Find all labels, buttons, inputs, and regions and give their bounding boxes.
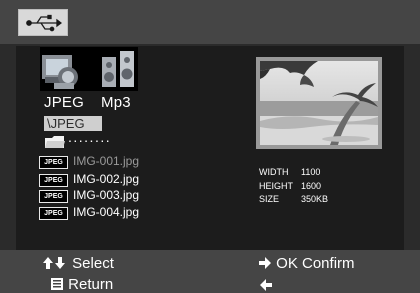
height-value: 1600 (301, 181, 322, 191)
size-value: 350KB (301, 194, 329, 204)
width-label: WIDTH (259, 167, 289, 177)
right-arrow-icon (259, 257, 271, 269)
confirm-hint: OK Confirm (258, 255, 355, 272)
size-label: SIZE (259, 194, 280, 204)
parent-folder-item[interactable]: ........ (44, 129, 144, 150)
left-arrow-icon (260, 279, 272, 291)
back-hint (259, 277, 273, 293)
file-name: IMG-003.jpg (73, 188, 140, 202)
file-name: IMG-004.jpg (73, 205, 140, 219)
folder-icon (45, 136, 65, 148)
info-height-row: HEIGHT 1600 (259, 181, 321, 191)
return-label: Return (68, 276, 114, 293)
file-item[interactable]: JPEG IMG-001.jpg (39, 154, 169, 170)
info-size-row: SIZE 350KB (259, 194, 328, 204)
photo-camera-icon[interactable] (42, 55, 78, 89)
up-down-arrows-icon (43, 257, 65, 269)
usb-icon (26, 14, 62, 32)
speakers-icon[interactable] (102, 51, 134, 87)
file-name: IMG-001.jpg (73, 154, 140, 168)
return-hint: Return (50, 276, 113, 293)
file-item[interactable]: JPEG IMG-004.jpg (39, 205, 169, 221)
jpeg-file-icon: JPEG (39, 174, 68, 187)
ok-confirm-label: OK Confirm (276, 255, 355, 272)
top-bar (0, 0, 420, 44)
width-value: 1100 (301, 167, 321, 177)
file-item[interactable]: JPEG IMG-003.jpg (39, 188, 169, 204)
select-hint: Select (42, 255, 114, 272)
info-width-row: WIDTH 1100 (259, 167, 320, 177)
jpeg-file-icon: JPEG (39, 207, 68, 220)
usb-source-tab[interactable] (18, 9, 68, 36)
jpeg-file-icon: JPEG (39, 190, 68, 203)
jpeg-file-icon: JPEG (39, 156, 68, 169)
media-type-selector[interactable] (40, 47, 138, 91)
beach-photo-thumbnail (260, 61, 378, 145)
height-label: HEIGHT (259, 181, 294, 191)
bottom-hint-bar: Select OK Confirm Return (0, 250, 420, 293)
file-item[interactable]: JPEG IMG-002.jpg (39, 172, 169, 188)
menu-icon (51, 278, 63, 290)
media-type-mp3-label[interactable]: Mp3 (101, 94, 131, 111)
parent-folder-dots: ........ (68, 129, 112, 145)
image-preview (260, 61, 378, 145)
file-name: IMG-002.jpg (73, 172, 140, 186)
media-type-jpeg-label[interactable]: JPEG (44, 94, 84, 111)
select-label: Select (72, 255, 114, 272)
